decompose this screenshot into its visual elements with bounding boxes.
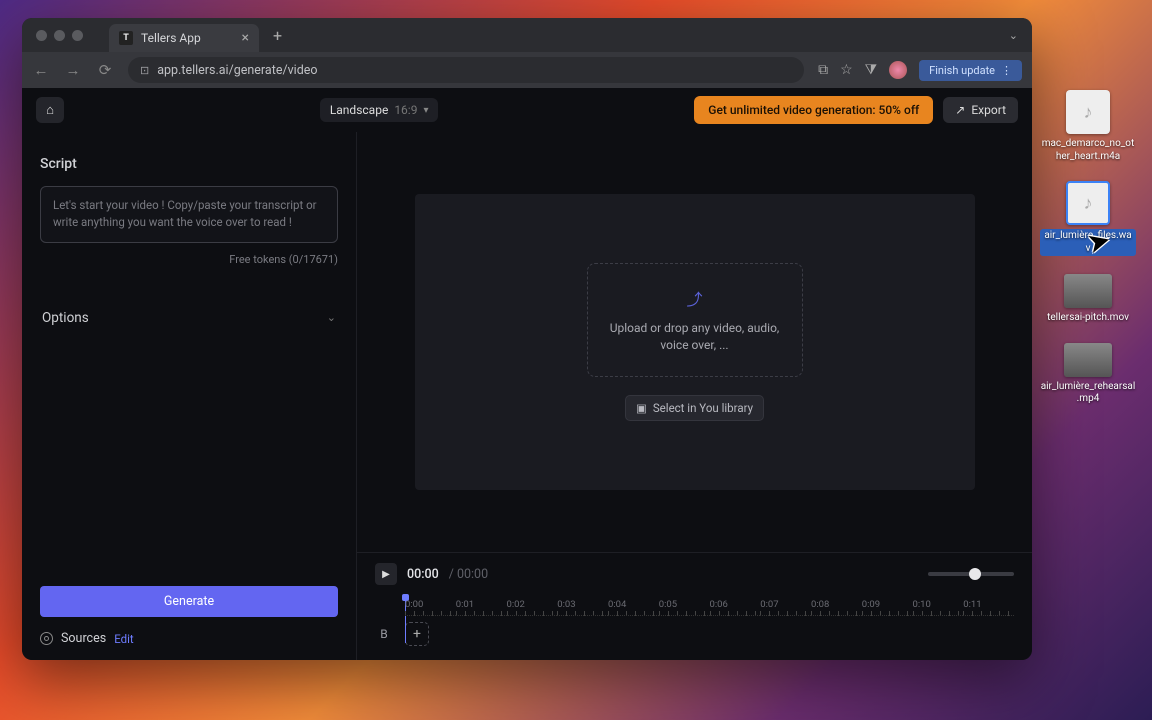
- ruler-tick: 0:10: [913, 599, 964, 610]
- library-icon: ▣: [636, 401, 647, 415]
- options-accordion[interactable]: Options ⌄: [40, 306, 338, 330]
- play-icon: ▶: [382, 569, 390, 580]
- timeline-ruler[interactable]: 0:000:010:020:030:040:050:060:070:080:09…: [375, 599, 1014, 610]
- generate-button[interactable]: Generate: [40, 586, 338, 617]
- script-heading: Script: [40, 156, 338, 172]
- url-text: app.tellers.ai/generate/video: [157, 63, 317, 78]
- sources-row: Sources Edit: [40, 631, 338, 646]
- canvas-area: ⤴ Upload or drop any video, audio, voice…: [357, 132, 1032, 552]
- lock-icon: ⊡: [140, 64, 149, 77]
- close-window-dot[interactable]: [36, 30, 47, 41]
- tab-title: Tellers App: [141, 31, 201, 45]
- sources-edit-link[interactable]: Edit: [114, 632, 133, 646]
- file-name: mac_demarco_no_other_heart.m4a: [1040, 138, 1136, 163]
- ruler-tick: 0:05: [659, 599, 710, 610]
- profile-avatar[interactable]: [889, 61, 907, 79]
- video-thumb-icon: [1064, 343, 1112, 377]
- install-app-icon[interactable]: ⧉: [818, 62, 828, 78]
- tab-overflow-icon[interactable]: ⌄: [1003, 29, 1024, 42]
- bookmark-icon[interactable]: ☆: [840, 62, 853, 78]
- file-name: tellersai-pitch.mov: [1047, 312, 1129, 325]
- window-traffic-lights[interactable]: [36, 30, 83, 41]
- desktop-file[interactable]: air_lumière_rehearsal.mp4: [1040, 343, 1136, 406]
- kebab-icon: ⋮: [1001, 64, 1012, 77]
- close-tab-icon[interactable]: ×: [242, 30, 249, 46]
- export-button[interactable]: ↗ Export: [943, 97, 1018, 123]
- desktop-background: T Tellers App × + ⌄ ← → ⟳ ⊡ app.tellers.…: [0, 0, 1152, 720]
- tab-favicon: T: [119, 31, 133, 45]
- ruler-tick: 0:07: [760, 599, 811, 610]
- ruler-tick: 0:04: [608, 599, 659, 610]
- token-counter: Free tokens (0/17671): [40, 253, 338, 266]
- ruler-tick: 0:01: [456, 599, 507, 610]
- chevron-down-icon: ▾: [423, 105, 428, 116]
- video-stage: ⤴ Upload or drop any video, audio, voice…: [415, 194, 975, 490]
- promo-banner[interactable]: Get unlimited video generation: 50% off: [694, 96, 933, 124]
- desktop-files: ♪ mac_demarco_no_other_heart.m4a ♪ air_lumi…: [1040, 90, 1136, 406]
- time-current: 00:00: [407, 567, 439, 582]
- back-button[interactable]: ←: [32, 61, 50, 79]
- play-button[interactable]: ▶: [375, 563, 397, 585]
- timeline-track: B +: [375, 622, 1014, 646]
- desktop-file[interactable]: tellersai-pitch.mov: [1040, 274, 1136, 325]
- add-clip-button[interactable]: +: [405, 622, 429, 646]
- browser-tab[interactable]: T Tellers App ×: [109, 24, 259, 52]
- browser-tabstrip: T Tellers App × + ⌄: [22, 18, 1032, 52]
- upload-icon: ⤴: [686, 286, 702, 310]
- browser-toolbar: ← → ⟳ ⊡ app.tellers.ai/generate/video ⧉ …: [22, 52, 1032, 88]
- home-icon: ⌂: [46, 102, 54, 118]
- maximize-window-dot[interactable]: [72, 30, 83, 41]
- aspect-ratio-selector[interactable]: Landscape 16:9 ▾: [320, 98, 439, 122]
- address-bar[interactable]: ⊡ app.tellers.ai/generate/video: [128, 57, 804, 83]
- forward-button[interactable]: →: [64, 61, 82, 79]
- audio-file-icon: ♪: [1066, 90, 1110, 134]
- home-button[interactable]: ⌂: [36, 97, 64, 123]
- minimize-window-dot[interactable]: [54, 30, 65, 41]
- script-textarea[interactable]: Let's start your video ! Copy/paste your…: [40, 186, 338, 243]
- ruler-tick: 0:02: [507, 599, 558, 610]
- chevron-down-icon: ⌄: [327, 311, 336, 324]
- tellers-app: ⌂ Landscape 16:9 ▾ Get unlimited video g…: [22, 88, 1032, 660]
- new-tab-button[interactable]: +: [265, 26, 290, 45]
- ruler-tick: 0:03: [557, 599, 608, 610]
- desktop-file[interactable]: ♪ mac_demarco_no_other_heart.m4a: [1040, 90, 1136, 163]
- upload-dropzone[interactable]: ⤴ Upload or drop any video, audio, voice…: [587, 263, 803, 378]
- select-library-button[interactable]: ▣ Select in You library: [625, 395, 764, 421]
- zoom-slider[interactable]: [928, 572, 1014, 576]
- ruler-tick: 0:00: [405, 599, 456, 610]
- ruler-tick: 0:06: [710, 599, 761, 610]
- video-thumb-icon: [1064, 274, 1112, 308]
- sidebar: Script Let's start your video ! Copy/pas…: [22, 132, 357, 660]
- finish-update-button[interactable]: Finish update ⋮: [919, 60, 1022, 81]
- time-total: / 00:00: [449, 567, 488, 582]
- desktop-file[interactable]: ♪ air_lumière_files.wav: [1040, 181, 1136, 256]
- timeline: ▶ 00:00 / 00:00 0:000:010:020:030:040:05…: [357, 552, 1032, 660]
- ruler-tick: 0:08: [811, 599, 862, 610]
- ruler-tick: 0:09: [862, 599, 913, 610]
- ruler-tick: 0:11: [963, 599, 1014, 610]
- sources-icon: [40, 632, 53, 645]
- export-icon: ↗: [955, 103, 965, 117]
- file-name: air_lumière_rehearsal.mp4: [1040, 381, 1136, 406]
- file-name: air_lumière_files.wav: [1040, 229, 1136, 256]
- extensions-icon[interactable]: ⧩: [865, 62, 878, 78]
- main-panel: ⤴ Upload or drop any video, audio, voice…: [357, 132, 1032, 660]
- reload-button[interactable]: ⟳: [96, 61, 114, 79]
- browser-window: T Tellers App × + ⌄ ← → ⟳ ⊡ app.tellers.…: [22, 18, 1032, 660]
- app-topbar: ⌂ Landscape 16:9 ▾ Get unlimited video g…: [22, 88, 1032, 132]
- track-label: B: [375, 627, 393, 641]
- audio-file-icon: ♪: [1066, 181, 1110, 225]
